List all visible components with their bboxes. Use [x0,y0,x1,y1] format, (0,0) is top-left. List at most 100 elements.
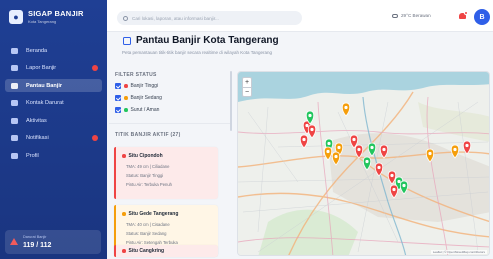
water-drop-icon: ● [9,9,23,24]
scroll-thumb[interactable] [230,71,232,131]
status-dot [122,154,126,158]
map-marker-center [357,147,361,152]
status-dot [122,212,126,216]
page-title: Pantau Banjir Kota Tangerang [123,35,279,46]
cloud-icon [392,13,398,18]
map-marker-center [465,143,469,148]
filter-surut-aman[interactable]: Surut / Aman [115,107,159,113]
sidebar-item-label: Beranda [26,47,48,54]
status-bar [114,147,116,199]
map-marker-center [326,149,330,154]
brand-text: SIGAP BANJIR Kota Tangerang [28,9,84,24]
card-title: Situ Gede Tangerang [122,211,178,217]
notification-dot [464,11,468,15]
map-marker-center [310,127,314,132]
flood-status: Status: Banjir Tinggi [126,173,164,178]
home-icon [11,47,18,54]
point-name: Situ Cipondoh [128,153,163,159]
flood-point-card[interactable]: Situ Cipondoh TMA: 49 cm | Ciliadane Sta… [114,147,218,199]
map-marker-center [302,137,306,142]
map-marker-center [453,147,457,152]
emergency-number: 119 / 112 [23,242,52,249]
brand[interactable]: ● SIGAP BANJIR Kota Tangerang [9,9,84,24]
map-marker-center [344,105,348,110]
sidebar: ● SIGAP BANJIR Kota Tangerang Beranda La… [0,0,107,259]
avatar[interactable]: B [474,9,490,25]
filter-banjir-tinggi[interactable]: Banjir Tinggi [115,83,158,89]
zoom-out-button[interactable]: − [243,88,251,97]
search-input[interactable]: Cari lokasi, laporan, atau informasi ban… [117,11,302,25]
map-attribution[interactable]: Leaflet | © OpenStreetMap contributors [430,250,487,254]
map-marker-center [308,113,312,118]
sidebar-item-label: Profil [26,153,39,160]
map-marker-center [365,159,369,164]
sidebar-item-lapor-banjir[interactable]: Lapor Banjir [5,62,102,75]
sluice-status: Pintu Air: Terbuka Penuh [126,182,173,187]
sidebar-item-kontak-darurat[interactable]: Kontak Darurat [5,97,102,110]
app-subtitle: Kota Tangerang [28,19,57,24]
bell-icon [11,135,18,142]
zoom-control: + − [242,77,252,97]
filter-label: Surut / Aman [130,107,160,113]
filter-label: Banjir Tinggi [130,83,159,89]
notification-badge [92,135,98,142]
sidebar-item-aktivitas[interactable]: Aktivitas [5,114,102,127]
sidebar-nav: Beranda Lapor Banjir Pantau Banjir Konta… [5,44,102,167]
map-marker-center [337,145,341,150]
checkbox[interactable] [115,83,121,89]
map-marker-center [382,147,386,152]
status-dot [124,108,128,112]
divider [109,123,231,124]
status-bar [114,245,116,257]
map-icon [11,82,18,89]
map-marker-center [334,154,338,159]
sidebar-item-notifikasi[interactable]: Notifikasi [5,132,102,145]
flood-point-card[interactable]: Situ Cangkring [114,245,218,257]
search-placeholder: Cari lokasi, laporan, atau informasi ban… [132,15,219,21]
card-title: Situ Cipondoh [122,153,163,159]
emergency-hotline[interactable]: Darurat Banjir 119 / 112 [5,230,101,254]
sidebar-item-profil[interactable]: Profil [5,150,102,163]
notification-bell[interactable] [459,11,468,20]
zoom-in-button[interactable]: + [243,78,251,87]
map-canvas[interactable] [238,72,490,256]
camera-icon [11,65,18,72]
card-title: Situ Cangkring [122,248,164,254]
status-dot [122,249,126,253]
status-dot [124,84,128,88]
filter-title: FILTER STATUS [115,72,157,78]
sidebar-item-label: Notifikasi [26,135,49,142]
filter-label: Banjir Sedang [130,95,162,101]
checkbox[interactable] [115,107,121,113]
active-points-title: TITIK BANJIR AKTIF (27) [115,132,181,138]
water-level: TMA: 40 cm | Cisadane [126,222,170,227]
sidebar-item-label: Kontak Darurat [26,100,64,107]
map-marker-center [305,123,309,128]
map-marker-center [392,187,396,192]
map-marker-center [428,151,432,156]
map-marker-center [377,165,381,170]
sidebar-item-beranda[interactable]: Beranda [5,44,102,57]
activity-icon [11,117,18,124]
panel-scrollbar[interactable] [229,69,233,255]
point-name: Situ Cangkring [128,248,165,254]
map-marker-center [327,141,331,146]
sidebar-item-pantau-banjir[interactable]: Pantau Banjir [5,79,102,93]
page-subtitle: Peta pemantauan titik-titik banjir secar… [122,50,272,55]
map-marker-center [370,145,374,150]
phone-icon [11,100,18,107]
flood-status: Status: Banjir Sedang [126,231,167,236]
weather-text: 29°C Berawan [401,13,431,18]
notification-badge [92,65,98,72]
filter-banjir-sedang[interactable]: Banjir Sedang [115,95,162,101]
map-marker-center [397,179,401,184]
user-icon [11,153,18,160]
emergency-label: Darurat Banjir [23,235,47,239]
map-icon [123,36,131,45]
water-level: TMA: 49 cm | Ciliadane [126,164,170,169]
topbar: Cari lokasi, laporan, atau informasi ban… [107,0,493,32]
weather-widget: 29°C Berawan [392,13,431,18]
checkbox[interactable] [115,95,121,101]
flood-map[interactable]: + − Leaflet | © OpenStreetMap contributo… [237,71,490,256]
warning-icon [10,238,18,245]
